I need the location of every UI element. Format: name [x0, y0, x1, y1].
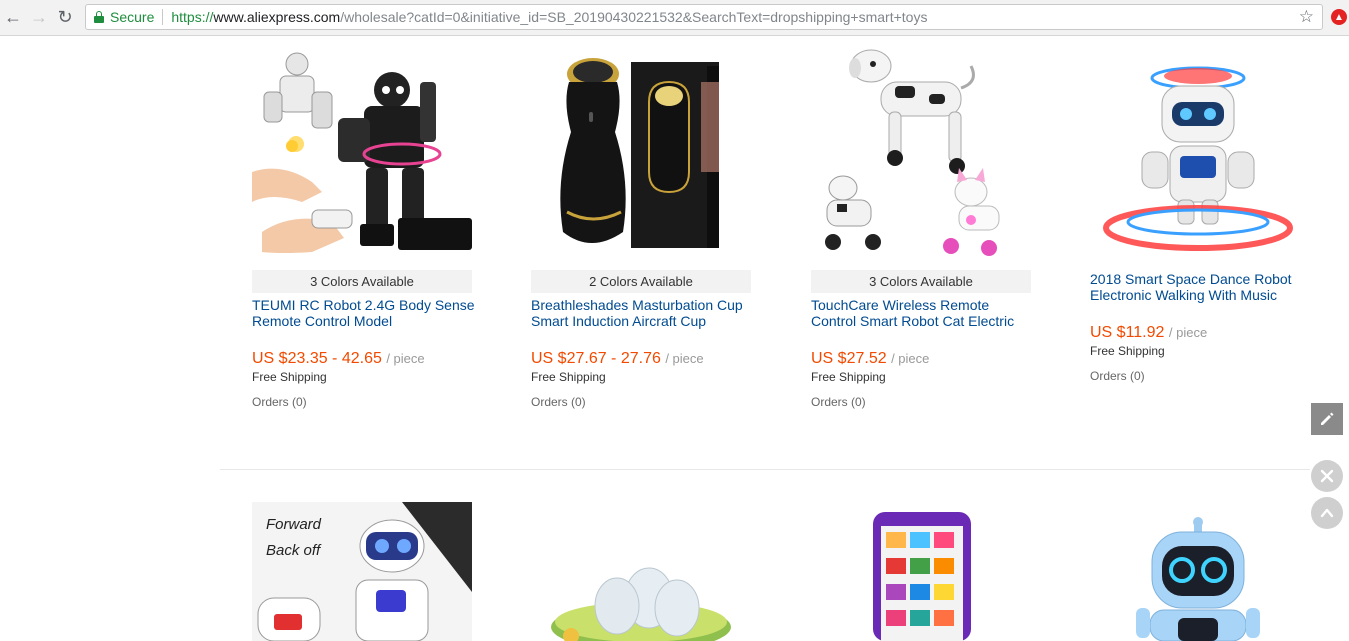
url-path: /wholesale?catId=0&initiative_id=SB_2019… [340, 9, 928, 25]
bookmark-star-icon[interactable]: ☆ [1299, 7, 1314, 27]
product-price: US $27.52 [811, 350, 887, 367]
browser-toolbar: ← → ↻ Secure https:// www.aliexpress.com… [0, 0, 1349, 36]
price-unit: / piece [1168, 325, 1208, 340]
price-unit: / piece [891, 351, 930, 366]
orders-count-link[interactable]: Orders (0) [531, 395, 586, 409]
price-line: US $11.92 / piece [1090, 324, 1207, 342]
chevron-up-icon [1320, 508, 1334, 518]
product-price: US $11.92 [1090, 324, 1165, 341]
extension-icon[interactable]: ▲ [1331, 9, 1347, 25]
shipping-info: Free Shipping [252, 370, 327, 384]
forward-icon[interactable]: → [28, 6, 50, 28]
product-title-link[interactable]: 2018 Smart Space Dance Robot Electronic … [1090, 271, 1315, 303]
address-bar[interactable]: Secure https:// www.aliexpress.com /whol… [85, 4, 1323, 30]
url-scheme: https:// [171, 9, 214, 25]
product-image-dance-robot[interactable] [1090, 42, 1310, 262]
price-line: US $27.52 / piece [811, 350, 929, 368]
product-image-black-cup[interactable] [531, 42, 751, 262]
address-separator [162, 9, 164, 25]
product-price: US $27.67 - 27.76 [531, 350, 661, 367]
orders-count-link[interactable]: Orders (0) [252, 395, 307, 409]
product-image-pocket-robot[interactable] [1090, 502, 1310, 641]
close-float-button[interactable] [1311, 460, 1343, 492]
shipping-info: Free Shipping [811, 370, 886, 384]
row-divider [220, 469, 1310, 470]
product-title-link[interactable]: Breathleshades Masturbation Cup Smart In… [531, 297, 756, 329]
back-to-top-button[interactable] [1311, 497, 1343, 529]
price-unit: / piece [665, 351, 704, 366]
shipping-info: Free Shipping [1090, 344, 1165, 358]
colors-available-badge: 3 Colors Available [252, 270, 472, 293]
shipping-info: Free Shipping [531, 370, 606, 384]
orders-count-link[interactable]: Orders (0) [811, 395, 866, 409]
colors-available-badge: 2 Colors Available [531, 270, 751, 293]
product-image-dino-eggs[interactable] [531, 502, 751, 641]
product-image-robot-dog[interactable] [811, 42, 1031, 262]
close-icon [1320, 469, 1334, 483]
price-line: US $23.35 - 42.65 / piece [252, 350, 425, 368]
price-unit: / piece [386, 351, 425, 366]
price-line: US $27.67 - 27.76 / piece [531, 350, 704, 368]
product-image-remote-robot[interactable]: Forward Back off [252, 502, 472, 641]
product-title-link[interactable]: TouchCare Wireless Remote Control Smart … [811, 297, 1036, 329]
lock-icon [94, 11, 104, 23]
orders-count-link[interactable]: Orders (0) [1090, 369, 1145, 383]
product-price: US $23.35 - 42.65 [252, 350, 382, 367]
overlay-text-forward: Forward [266, 516, 322, 533]
overlay-text-back-off: Back off [266, 542, 322, 559]
reload-icon[interactable]: ↻ [54, 6, 76, 28]
product-image-toy-phone[interactable] [811, 502, 1031, 641]
product-image-battle-robot[interactable] [252, 42, 472, 262]
colors-available-badge: 3 Colors Available [811, 270, 1031, 293]
back-icon[interactable]: ← [2, 6, 24, 28]
pencil-icon [1321, 412, 1334, 425]
edit-feedback-button[interactable] [1311, 403, 1343, 435]
product-title-link[interactable]: TEUMI RC Robot 2.4G Body Sense Remote Co… [252, 297, 477, 329]
url-host: www.aliexpress.com [213, 9, 341, 25]
secure-label: Secure [110, 9, 155, 25]
